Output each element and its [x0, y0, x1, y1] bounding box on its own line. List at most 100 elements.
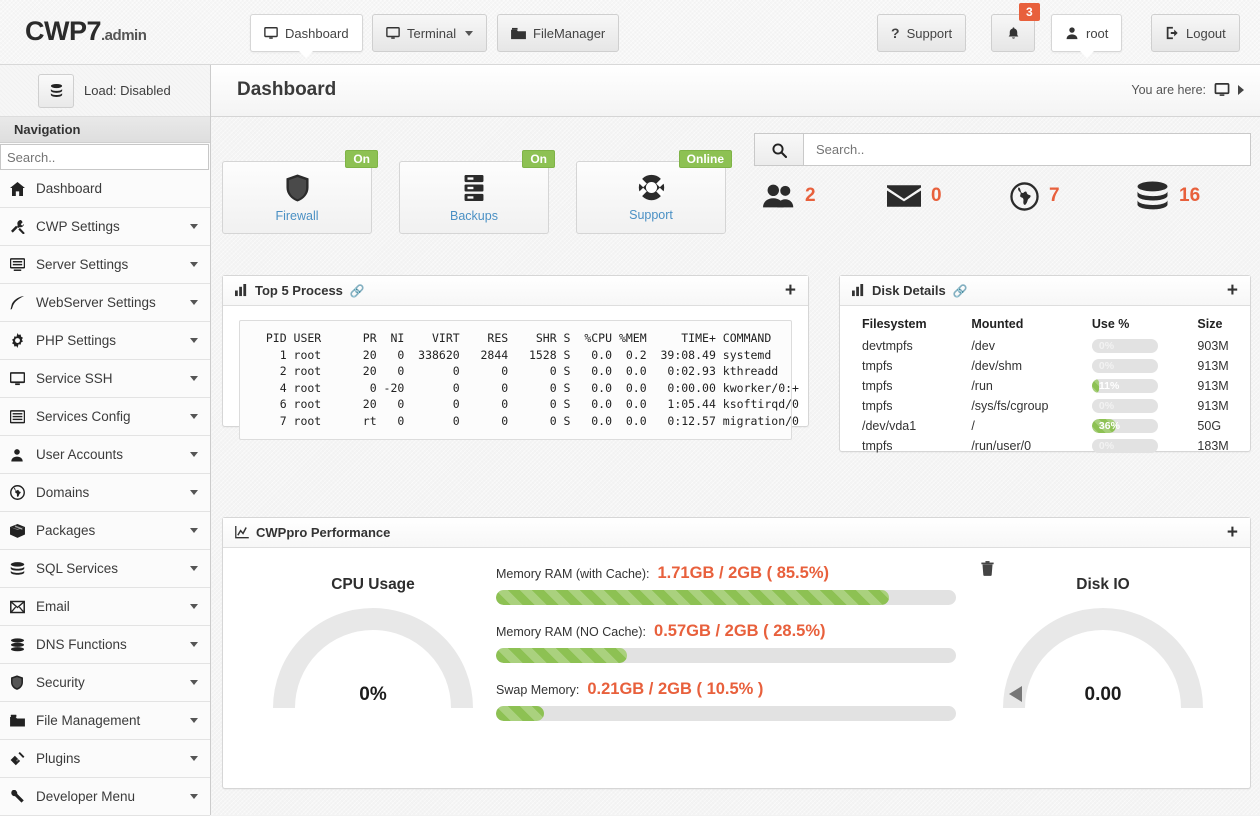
- expand-panel-button[interactable]: +: [785, 281, 796, 300]
- counter-users: 2: [763, 167, 816, 225]
- memory-label-line: Swap Memory: 0.21GB / 2GB ( 10.5% ): [496, 680, 956, 699]
- tile-support[interactable]: Online Support: [576, 150, 732, 234]
- shield-icon: [10, 675, 32, 690]
- user-menu-button[interactable]: root: [1051, 14, 1123, 58]
- disk-column-header: Filesystem: [862, 317, 927, 331]
- server-load-label: Load: Disabled: [84, 83, 171, 98]
- link-icon[interactable]: 🔗: [350, 284, 365, 298]
- chevron-down-icon: [465, 30, 474, 36]
- chevron-down-icon: [190, 680, 198, 685]
- memory-progress-track: [496, 706, 956, 721]
- tile-backups-label: Backups: [450, 208, 498, 223]
- sidebar-item-webserver-settings[interactable]: WebServer Settings: [0, 284, 210, 322]
- disk-use-label: 0%: [1098, 340, 1115, 352]
- tile-support-label: Support: [629, 208, 673, 222]
- memory-row: Swap Memory: 0.21GB / 2GB ( 10.5% ): [496, 680, 956, 721]
- disk-size-cell: 183M: [1197, 439, 1229, 453]
- disk-mounted-cell: /sys/fs/cgroup: [971, 399, 1049, 413]
- tile-firewall[interactable]: On Firewall: [222, 150, 378, 234]
- server-rack-icon: [461, 173, 487, 203]
- disk-size-cell: 903M: [1197, 339, 1229, 353]
- nav-dashboard-label: Dashboard: [285, 25, 349, 41]
- user-icon: [1065, 26, 1079, 40]
- breadcrumb: You are here:: [1131, 82, 1244, 97]
- plug-icon: [10, 751, 32, 766]
- table-row: tmpfs/sys/fs/cgroup 0% 913M: [840, 396, 1250, 416]
- disk-use-bar: 11%: [1091, 379, 1158, 393]
- search-icon[interactable]: [754, 133, 803, 166]
- counter-email-value: 0: [931, 185, 942, 206]
- counter-domains: 7: [1010, 167, 1060, 225]
- monitor-icon: [10, 371, 32, 386]
- nav-filemanager-button[interactable]: FileManager: [497, 14, 620, 52]
- chevron-down-icon: [190, 338, 198, 343]
- sidebar-item-sql-services[interactable]: SQL Services: [0, 550, 210, 588]
- sidebar-item-cwp-settings[interactable]: CWP Settings: [0, 208, 210, 246]
- bell-icon: [1006, 26, 1021, 41]
- sidebar-item-domains[interactable]: Domains: [0, 474, 210, 512]
- support-button[interactable]: ? Support: [877, 14, 967, 52]
- sidebar-item-user-accounts[interactable]: User Accounts: [0, 436, 210, 474]
- database-icon: [10, 561, 32, 576]
- sidebar-item-label: Services Config: [36, 409, 131, 424]
- expand-panel-button[interactable]: +: [1227, 281, 1238, 300]
- nav-terminal-button[interactable]: Terminal: [372, 14, 488, 52]
- sidebar-item-server-settings[interactable]: Server Settings: [0, 246, 210, 284]
- sidebar-item-security[interactable]: Security: [0, 664, 210, 702]
- sidebar-item-developer-menu[interactable]: Developer Menu: [0, 778, 210, 816]
- panel-disk-details-header: Disk Details 🔗 +: [840, 276, 1250, 306]
- disk-use-label: 11%: [1098, 380, 1120, 392]
- trash-icon[interactable]: [981, 561, 994, 576]
- nav-dashboard-button[interactable]: Dashboard: [250, 14, 363, 58]
- disk-use-bar: 0%: [1091, 359, 1158, 373]
- sidebar-item-php-settings[interactable]: PHP Settings: [0, 322, 210, 360]
- sidebar-item-dashboard[interactable]: Dashboard: [0, 170, 210, 208]
- wrench-icon: [10, 789, 32, 804]
- sidebar-item-packages[interactable]: Packages: [0, 512, 210, 550]
- counter-databases: 16: [1136, 167, 1200, 225]
- users-icon: [763, 183, 795, 209]
- disk-details-table: Filesystem Mounted Use % Size devtmpfs/dev 0…: [840, 314, 1250, 456]
- sidebar-item-dns-functions[interactable]: DNS Functions: [0, 626, 210, 664]
- disk-filesystem-cell: devtmpfs: [862, 339, 913, 353]
- sidebar-item-service-ssh[interactable]: Service SSH: [0, 360, 210, 398]
- search-input[interactable]: [803, 133, 1251, 166]
- chevron-down-icon: [190, 414, 198, 419]
- sidebar-item-file-management[interactable]: File Management: [0, 702, 210, 740]
- expand-panel-button[interactable]: +: [1227, 523, 1238, 542]
- bar-chart-icon: [852, 284, 865, 297]
- disk-use-cell: 0%: [1086, 336, 1192, 356]
- sidebar-item-label: Developer Menu: [36, 789, 136, 804]
- status-badge: Online: [678, 150, 732, 168]
- sidebar-item-plugins[interactable]: Plugins: [0, 740, 210, 778]
- sidebar-item-email[interactable]: Email: [0, 588, 210, 626]
- sidebar-item-label: CWP Settings: [36, 219, 120, 234]
- panel-disk-details-title: Disk Details: [872, 283, 946, 298]
- memory-bars: Memory RAM (with Cache): 1.71GB / 2GB ( 8…: [496, 561, 994, 738]
- disk-mounted-cell: /run/user/0: [971, 439, 1032, 453]
- disk-use-cell: 11%: [1086, 376, 1192, 396]
- counter-users-value: 2: [805, 185, 816, 206]
- sidebar-search-input[interactable]: [0, 144, 209, 170]
- disk-filesystem-cell: tmpfs: [862, 399, 893, 413]
- disk-use-label: 0%: [1098, 440, 1115, 452]
- chevron-right-icon: [1238, 84, 1244, 95]
- sidebar-item-services-config[interactable]: Services Config: [0, 398, 210, 436]
- cpu-usage-title: CPU Usage: [331, 576, 415, 593]
- database-icon[interactable]: [38, 73, 74, 108]
- bar-chart-icon: [235, 284, 248, 297]
- lifebuoy-icon: [637, 173, 666, 202]
- disk-filesystem-cell: /dev/vda1: [862, 419, 917, 433]
- link-icon[interactable]: 🔗: [953, 284, 968, 298]
- sidebar-item-label: File Management: [36, 713, 141, 728]
- cpu-usage-gauge: CPU Usage 0%: [253, 576, 493, 708]
- panel-disk-details: Disk Details 🔗 + Filesystem Mounted Use % S…: [839, 275, 1251, 453]
- box-icon: [10, 523, 32, 538]
- monitor-icon[interactable]: [1214, 82, 1230, 97]
- logout-button[interactable]: Logout: [1151, 14, 1240, 52]
- chevron-down-icon: [190, 718, 198, 723]
- chevron-down-icon: [190, 566, 198, 571]
- tile-backups[interactable]: On Backups: [399, 150, 555, 234]
- memory-label-line: Memory RAM (with Cache): 1.71GB / 2GB ( 8…: [496, 564, 956, 583]
- gear-icon: [10, 333, 32, 348]
